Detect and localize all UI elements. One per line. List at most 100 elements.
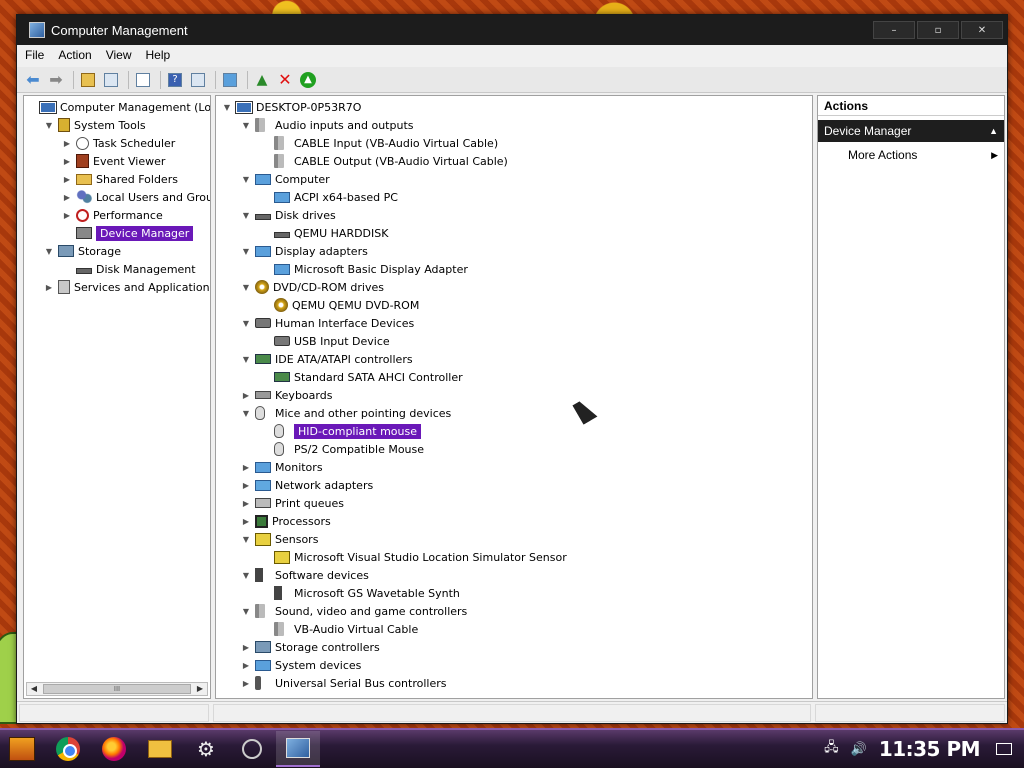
device-tree-item[interactable]: ▼ Sound, video and game controllers (241, 602, 467, 620)
taskbar-settings[interactable]: ⚙ (184, 731, 228, 767)
collapse-arrow-icon[interactable]: ▼ (241, 170, 251, 188)
collapse-arrow-icon[interactable]: ▼ (44, 242, 54, 260)
device-tree-item[interactable]: CABLE Input (VB-Audio Virtual Cable) (260, 134, 498, 152)
maximize-button[interactable]: ▫ (917, 21, 959, 39)
expand-arrow-icon[interactable]: ▶ (241, 638, 251, 656)
device-tree-item[interactable]: ▼ IDE ATA/ATAPI controllers (241, 350, 413, 368)
menu-file[interactable]: File (25, 48, 44, 62)
device-tree-item[interactable]: ▶ Processors (241, 512, 331, 530)
device-tree-item[interactable]: ▼ DVD/CD-ROM drives (241, 278, 384, 296)
action-pane-icon[interactable] (188, 70, 208, 90)
nav-tree-item[interactable]: ▶ Performance (62, 206, 163, 224)
volume-icon[interactable]: 🔊 (851, 742, 867, 757)
collapse-arrow-icon[interactable]: ▼ (241, 602, 251, 620)
expand-arrow-icon[interactable]: ▶ (62, 134, 72, 152)
collapse-arrow-icon[interactable]: ▼ (241, 350, 251, 368)
minimize-button[interactable]: – (873, 21, 915, 39)
device-tree-item[interactable]: ▶ Keyboards (241, 386, 333, 404)
device-tree-item[interactable]: Microsoft GS Wavetable Synth (260, 584, 460, 602)
nav-tree-item[interactable]: ▶ Services and Applications (44, 278, 210, 296)
network-icon[interactable]: 🖧 (824, 738, 839, 760)
enable-device-icon[interactable]: ▲ (298, 70, 318, 90)
taskbar-computer-management[interactable] (276, 731, 320, 767)
actions-section-device-manager[interactable]: Device Manager ▲ (818, 120, 1004, 142)
expand-arrow-icon[interactable]: ▶ (241, 476, 251, 494)
device-tree-item[interactable]: USB Input Device (260, 332, 390, 350)
help-icon[interactable]: ? (165, 70, 185, 90)
nav-tree-item[interactable]: ▶ Shared Folders (62, 170, 178, 188)
show-hide-tree-icon[interactable] (101, 70, 121, 90)
close-button[interactable]: ✕ (961, 21, 1003, 39)
title-bar[interactable]: Computer Management – ▫ ✕ (17, 15, 1007, 45)
nav-tree-item[interactable]: ▼ System Tools (44, 116, 146, 134)
device-tree-item[interactable]: ▶ Print queues (241, 494, 344, 512)
collapse-arrow-icon[interactable]: ▼ (241, 242, 251, 260)
nav-tree-item[interactable]: ▶ Local Users and Groups (62, 188, 210, 206)
expand-arrow-icon[interactable]: ▶ (62, 188, 72, 206)
device-tree-item[interactable]: ACPI x64-based PC (260, 188, 398, 206)
expand-arrow-icon[interactable]: ▶ (241, 512, 251, 530)
expand-arrow-icon[interactable]: ▶ (241, 458, 251, 476)
collapse-caret-icon[interactable]: ▲ (989, 120, 998, 142)
device-tree-item[interactable]: ▼ Display adapters (241, 242, 368, 260)
horizontal-scrollbar[interactable]: ◀ III ▶ (26, 682, 208, 696)
device-tree-item[interactable]: ▶ Network adapters (241, 476, 373, 494)
taskbar-file-explorer[interactable] (138, 731, 182, 767)
more-actions-item[interactable]: More Actions ▶ (848, 146, 1002, 164)
up-folder-icon[interactable] (78, 70, 98, 90)
device-tree-item[interactable]: ▶ Storage controllers (241, 638, 380, 656)
expand-arrow-icon[interactable]: ▶ (44, 278, 54, 296)
device-tree-item[interactable]: Microsoft Basic Display Adapter (260, 260, 468, 278)
nav-tree-item[interactable]: Computer Management (Local) (26, 98, 210, 116)
device-tree-item[interactable]: CABLE Output (VB-Audio Virtual Cable) (260, 152, 508, 170)
computer-icon[interactable] (220, 70, 240, 90)
nav-tree-item[interactable]: ▶ Event Viewer (62, 152, 165, 170)
device-tree-item[interactable]: VB-Audio Virtual Cable (260, 620, 418, 638)
collapse-arrow-icon[interactable]: ▼ (241, 404, 251, 422)
start-button[interactable] (0, 731, 44, 767)
collapse-arrow-icon[interactable]: ▼ (241, 116, 251, 134)
nav-tree-item[interactable]: ▶ Task Scheduler (62, 134, 175, 152)
taskbar-audio-app[interactable] (230, 731, 274, 767)
expand-arrow-icon[interactable]: ▶ (241, 386, 251, 404)
collapse-arrow-icon[interactable]: ▼ (241, 566, 251, 584)
device-tree-item[interactable]: ▶ Monitors (241, 458, 323, 476)
device-tree-item[interactable]: ▼ Sensors (241, 530, 318, 548)
device-tree-item[interactable]: HID-compliant mouse (260, 422, 422, 440)
scroll-left-icon[interactable]: ◀ (27, 683, 41, 695)
collapse-arrow-icon[interactable]: ▼ (241, 314, 251, 332)
collapse-arrow-icon[interactable]: ▼ (222, 98, 232, 116)
collapse-arrow-icon[interactable]: ▼ (241, 278, 251, 296)
scrollbar-thumb[interactable]: III (43, 684, 191, 694)
device-tree-item[interactable]: PS/2 Compatible Mouse (260, 440, 424, 458)
device-tree-item[interactable]: ▶ Universal Serial Bus controllers (241, 674, 446, 692)
menu-action[interactable]: Action (58, 48, 91, 62)
device-tree-item[interactable]: ▼ Computer (241, 170, 330, 188)
menu-view[interactable]: View (106, 48, 132, 62)
device-tree-item[interactable]: ▶ System devices (241, 656, 361, 674)
device-tree-item[interactable]: QEMU HARDDISK (260, 224, 388, 242)
expand-arrow-icon[interactable]: ▶ (241, 494, 251, 512)
device-tree-item[interactable]: ▼ Software devices (241, 566, 369, 584)
notification-icon[interactable] (996, 743, 1012, 755)
collapse-arrow-icon[interactable]: ▼ (241, 530, 251, 548)
device-tree-item[interactable]: QEMU QEMU DVD-ROM (260, 296, 419, 314)
update-driver-icon[interactable]: ▲ (252, 70, 272, 90)
back-arrow-icon[interactable]: ⬅ (23, 70, 43, 90)
device-tree-item[interactable]: Microsoft Visual Studio Location Simulat… (260, 548, 567, 566)
expand-arrow-icon[interactable]: ▶ (241, 656, 251, 674)
expand-arrow-icon[interactable]: ▶ (62, 152, 72, 170)
taskbar-clock[interactable]: 11:35 PM (879, 737, 981, 761)
nav-tree-item[interactable]: Disk Management (62, 260, 196, 278)
forward-arrow-icon[interactable]: ➡ (46, 70, 66, 90)
nav-tree-item[interactable]: ▼ Storage (44, 242, 121, 260)
device-tree-item[interactable]: ▼ DESKTOP-0P53R7O (222, 98, 361, 116)
collapse-arrow-icon[interactable]: ▼ (44, 116, 54, 134)
device-tree-item[interactable]: ▼ Disk drives (241, 206, 336, 224)
expand-arrow-icon[interactable]: ▶ (62, 170, 72, 188)
device-tree-item[interactable]: ▼ Audio inputs and outputs (241, 116, 414, 134)
scroll-right-icon[interactable]: ▶ (193, 683, 207, 695)
device-tree-item[interactable]: ▼ Human Interface Devices (241, 314, 414, 332)
device-tree-item[interactable]: ▼ Mice and other pointing devices (241, 404, 451, 422)
taskbar-chrome[interactable] (46, 731, 90, 767)
